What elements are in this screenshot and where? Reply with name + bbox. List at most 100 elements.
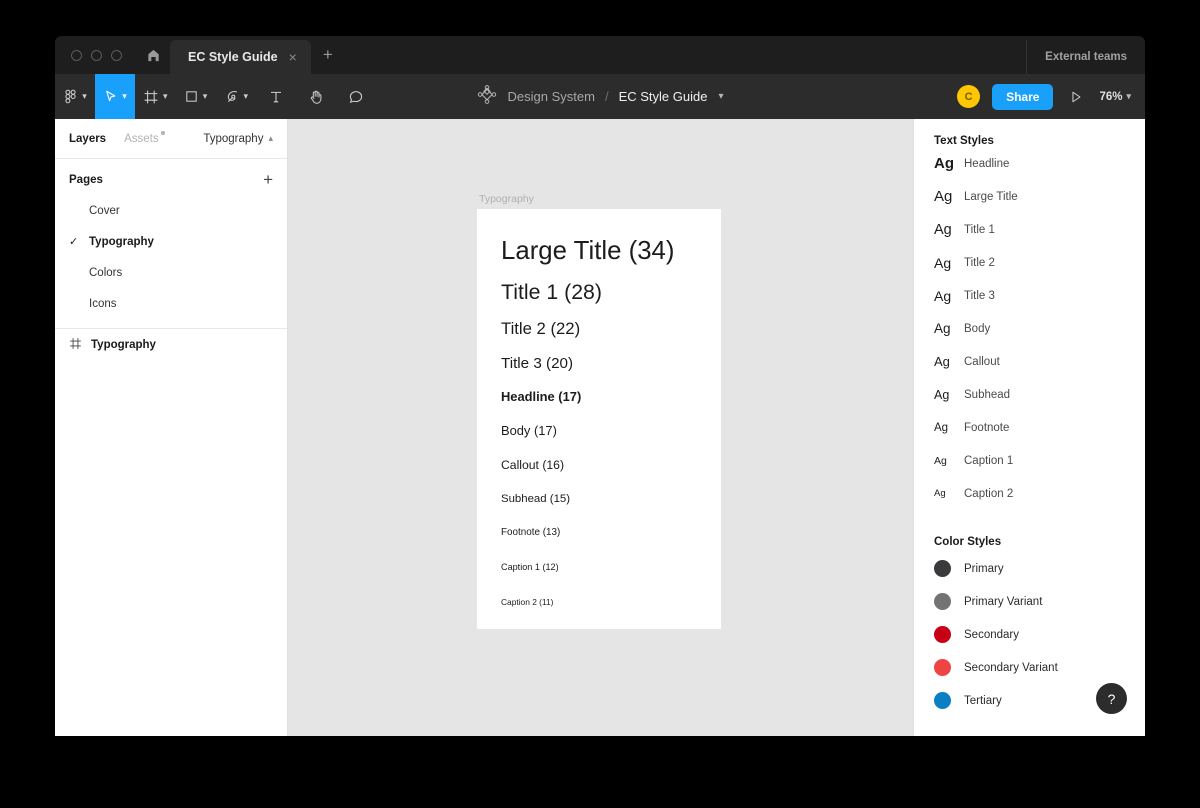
page-selector[interactable]: Typography ▴	[203, 133, 273, 145]
maximize-window-button[interactable]	[111, 49, 122, 61]
external-teams-button[interactable]: External teams	[1026, 40, 1145, 74]
text-style-label: Title 1	[964, 223, 995, 236]
specimen-footnote: Footnote (13)	[501, 527, 561, 538]
layer-item-label: Typography	[91, 339, 156, 351]
add-page-button[interactable]: +	[263, 171, 273, 188]
ag-preview-icon: Ag	[934, 221, 952, 238]
color-style-secondary[interactable]: Secondary	[914, 618, 1145, 651]
ag-preview-icon: Ag	[934, 188, 953, 205]
text-style-title-2[interactable]: Ag Title 2	[914, 246, 1145, 279]
frame-tool-button[interactable]: ▾	[135, 74, 176, 119]
page-item-label: Icons	[89, 297, 117, 310]
page-item-label: Colors	[89, 266, 123, 279]
chevron-down-icon[interactable]: ▾	[718, 91, 723, 102]
frame-icon	[69, 337, 82, 353]
file-tab[interactable]: EC Style Guide ×	[170, 40, 311, 74]
page-item-colors[interactable]: Colors	[55, 257, 287, 288]
pen-tool-button[interactable]: ▾	[216, 74, 257, 119]
text-style-label: Title 3	[964, 289, 995, 302]
pages-header: Pages +	[55, 159, 287, 195]
chevron-down-icon: ▾	[243, 91, 249, 101]
ag-preview-icon: Ag	[934, 287, 952, 304]
text-style-title-1[interactable]: Ag Title 1	[914, 213, 1145, 246]
chevron-down-icon: ▾	[202, 91, 208, 101]
zoom-control[interactable]: 76% ▾	[1099, 91, 1131, 103]
page-selector-label: Typography	[203, 132, 264, 145]
minimize-window-button[interactable]	[91, 49, 102, 61]
text-style-headline[interactable]: Ag Headline	[914, 147, 1145, 180]
color-swatch-icon	[934, 692, 951, 709]
share-button[interactable]: Share	[992, 83, 1054, 110]
toolbar-right-controls: C Share 76% ▾	[957, 74, 1145, 119]
breadcrumb-team[interactable]: Design System	[508, 89, 595, 104]
move-tool-button[interactable]: ▾	[95, 74, 135, 119]
color-style-secondary-variant[interactable]: Secondary Variant	[914, 651, 1145, 684]
page-item-icons[interactable]: Icons	[55, 288, 287, 319]
text-style-label: Large Title	[964, 190, 1018, 203]
text-style-footnote[interactable]: Ag Footnote	[914, 411, 1145, 444]
specimen-subhead: Subhead (15)	[501, 493, 571, 505]
ag-preview-icon: Ag	[934, 488, 946, 499]
left-panel: Layers Assets Typography ▴ Pages + Cover	[55, 119, 288, 736]
color-style-label: Tertiary	[964, 694, 1002, 707]
canvas[interactable]: Typography Large Title (34) Title 1 (28)…	[288, 119, 913, 736]
figma-menu-button[interactable]: ▾	[55, 74, 95, 119]
color-swatch-icon	[934, 659, 951, 676]
frame-label[interactable]: Typography	[477, 193, 721, 205]
text-style-caption-2[interactable]: Ag Caption 2	[914, 477, 1145, 510]
ag-preview-icon: Ag	[934, 254, 952, 271]
breadcrumb: Design System / EC Style Guide ▾	[477, 74, 723, 119]
breadcrumb-separator: /	[604, 89, 609, 104]
layer-item-typography[interactable]: Typography	[55, 329, 287, 361]
chevron-down-icon: ▾	[122, 91, 127, 101]
figma-window: EC Style Guide × + External teams ▾ ▾ ▾ …	[55, 36, 1145, 736]
chevron-up-icon: ▴	[268, 133, 273, 143]
color-swatch-icon	[934, 593, 951, 610]
color-style-primary-variant[interactable]: Primary Variant	[914, 585, 1145, 618]
tab-layers[interactable]: Layers	[69, 133, 106, 145]
ag-preview-icon: Ag	[934, 155, 954, 172]
text-style-label: Body	[964, 322, 991, 335]
present-play-icon[interactable]	[1065, 90, 1087, 104]
chevron-down-icon: ▾	[82, 91, 87, 101]
text-style-callout[interactable]: Ag Callout	[914, 345, 1145, 378]
specimen-body: Body (17)	[501, 423, 557, 438]
main-toolbar: ▾ ▾ ▾ ▾ ▾ Design System / EC Style Guide…	[55, 74, 1145, 119]
specimen-caption-2: Caption 2 (11)	[501, 597, 554, 607]
text-style-label: Callout	[964, 355, 1000, 368]
specimen-title-2: Title 2 (22)	[501, 319, 581, 338]
avatar[interactable]: C	[957, 85, 981, 108]
text-style-caption-1[interactable]: Ag Caption 1	[914, 444, 1145, 477]
comment-tool-button[interactable]	[336, 74, 376, 119]
workspace: Layers Assets Typography ▴ Pages + Cover	[55, 119, 1145, 736]
window-traffic-lights	[55, 36, 136, 74]
page-item-cover[interactable]: Cover	[55, 195, 287, 226]
page-item-typography[interactable]: ✓ Typography	[55, 226, 287, 257]
right-panel: Text Styles Ag Headline Ag Large Title A…	[913, 119, 1145, 736]
text-style-large-title[interactable]: Ag Large Title	[914, 180, 1145, 213]
color-styles-title: Color Styles	[934, 536, 1002, 548]
close-window-button[interactable]	[71, 49, 82, 61]
home-icon[interactable]	[136, 36, 170, 74]
page-item-label: Typography	[89, 235, 154, 248]
text-style-label: Headline	[964, 157, 1010, 170]
left-panel-tabs: Layers Assets Typography ▴	[55, 119, 287, 159]
text-style-subhead[interactable]: Ag Subhead	[914, 378, 1145, 411]
color-style-primary[interactable]: Primary	[914, 552, 1145, 585]
page-check-icon: ✓	[69, 236, 79, 248]
breadcrumb-file[interactable]: EC Style Guide	[619, 89, 708, 104]
help-button[interactable]: ?	[1096, 683, 1127, 714]
text-style-title-3[interactable]: Ag Title 3	[914, 279, 1145, 312]
frame-body[interactable]: Large Title (34) Title 1 (28) Title 2 (2…	[477, 209, 721, 629]
text-tool-button[interactable]	[256, 74, 296, 119]
tab-layers-label: Layers	[69, 132, 107, 145]
component-icon	[477, 84, 498, 110]
close-icon[interactable]: ×	[287, 50, 299, 64]
color-style-label: Secondary Variant	[964, 661, 1058, 674]
text-style-body[interactable]: Ag Body	[914, 312, 1145, 345]
tab-assets[interactable]: Assets	[124, 130, 165, 145]
shape-tool-button[interactable]: ▾	[176, 74, 216, 119]
new-tab-button[interactable]: +	[311, 36, 345, 74]
page-item-label: Cover	[89, 204, 120, 217]
hand-tool-button[interactable]	[296, 74, 336, 119]
